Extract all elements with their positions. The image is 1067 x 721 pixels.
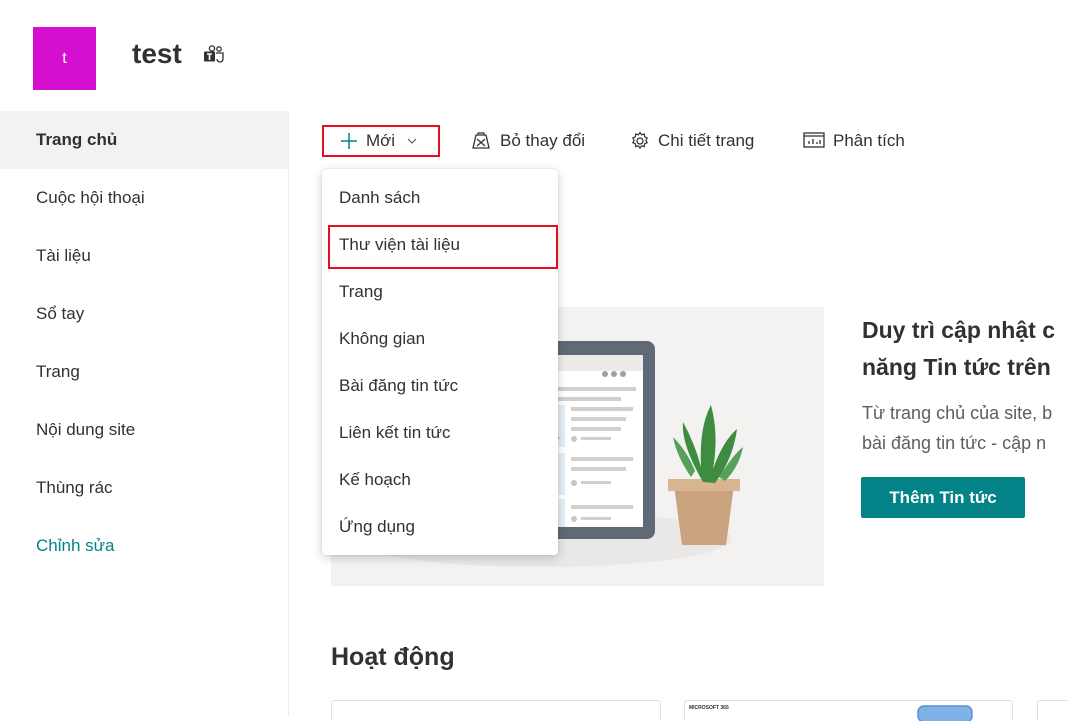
highlight-box xyxy=(328,225,558,269)
activity-heading: Hoạt động xyxy=(331,643,455,671)
new-button[interactable]: Mới xyxy=(322,125,440,157)
site-logo[interactable]: t xyxy=(33,27,96,90)
analytics-button[interactable]: Phân tích xyxy=(803,125,905,157)
analytics-label: Phân tích xyxy=(833,131,905,150)
nav-item-conversations[interactable]: Cuộc hội thoại xyxy=(0,169,288,227)
nav-item-documents[interactable]: Tài liệu xyxy=(0,227,288,285)
news-heading: Duy trì cập nhật c năng Tin tức trên xyxy=(862,312,1067,386)
menu-item-app[interactable]: Ứng dụng xyxy=(322,503,558,550)
card-thumbnail-icon xyxy=(917,705,973,721)
nav-item-notebook[interactable]: Sổ tay xyxy=(0,285,288,343)
chevron-down-icon xyxy=(407,138,417,144)
nav-edit-link[interactable]: Chỉnh sửa xyxy=(0,517,288,575)
sidebar-divider xyxy=(288,111,289,716)
nav-item-pages[interactable]: Trang xyxy=(0,343,288,401)
activity-card-label: MICROSOFT 365 xyxy=(689,705,729,711)
nav-item-home[interactable]: Trang chủ xyxy=(0,111,288,169)
menu-item-space[interactable]: Không gian xyxy=(322,315,558,362)
nav-item-recycle-bin[interactable]: Thùng rác xyxy=(0,459,288,517)
news-description-line-2: bài đăng tin tức - cập n xyxy=(862,433,1047,453)
teams-icon xyxy=(204,45,224,63)
activity-card[interactable] xyxy=(1037,700,1067,721)
news-description-line-1: Từ trang chủ của site, b xyxy=(862,403,1053,423)
news-description: Từ trang chủ của site, b bài đăng tin tứ… xyxy=(862,398,1067,458)
page-details-label: Chi tiết trang xyxy=(658,131,755,150)
plus-icon xyxy=(341,133,357,149)
menu-item-news-link[interactable]: Liên kết tin tức xyxy=(322,409,558,456)
new-button-label: Mới xyxy=(366,131,396,150)
menu-item-page[interactable]: Trang xyxy=(322,268,558,315)
discard-changes-button[interactable]: Bỏ thay đổi xyxy=(470,125,585,157)
activity-card[interactable]: MICROSOFT 365 xyxy=(684,700,1013,721)
left-navigation: Trang chủ Cuộc hội thoại Tài liệu Sổ tay… xyxy=(0,111,288,716)
activity-card[interactable] xyxy=(331,700,661,721)
gear-icon xyxy=(631,131,649,150)
nav-item-site-contents[interactable]: Nội dung site xyxy=(0,401,288,459)
menu-item-plan[interactable]: Kế hoạch xyxy=(322,456,558,503)
news-heading-line-2: năng Tin tức trên xyxy=(862,354,1051,380)
menu-item-list[interactable]: Danh sách xyxy=(322,174,558,221)
page-details-button[interactable]: Chi tiết trang xyxy=(630,125,754,157)
site-title[interactable]: test xyxy=(132,38,182,70)
add-news-button[interactable]: Thêm Tin tức xyxy=(861,477,1025,518)
news-heading-line-1: Duy trì cập nhật c xyxy=(862,317,1055,343)
menu-item-news-post[interactable]: Bài đăng tin tức xyxy=(322,362,558,409)
analytics-icon xyxy=(803,132,825,148)
discard-icon xyxy=(472,132,490,149)
discard-changes-label: Bỏ thay đổi xyxy=(500,131,586,150)
